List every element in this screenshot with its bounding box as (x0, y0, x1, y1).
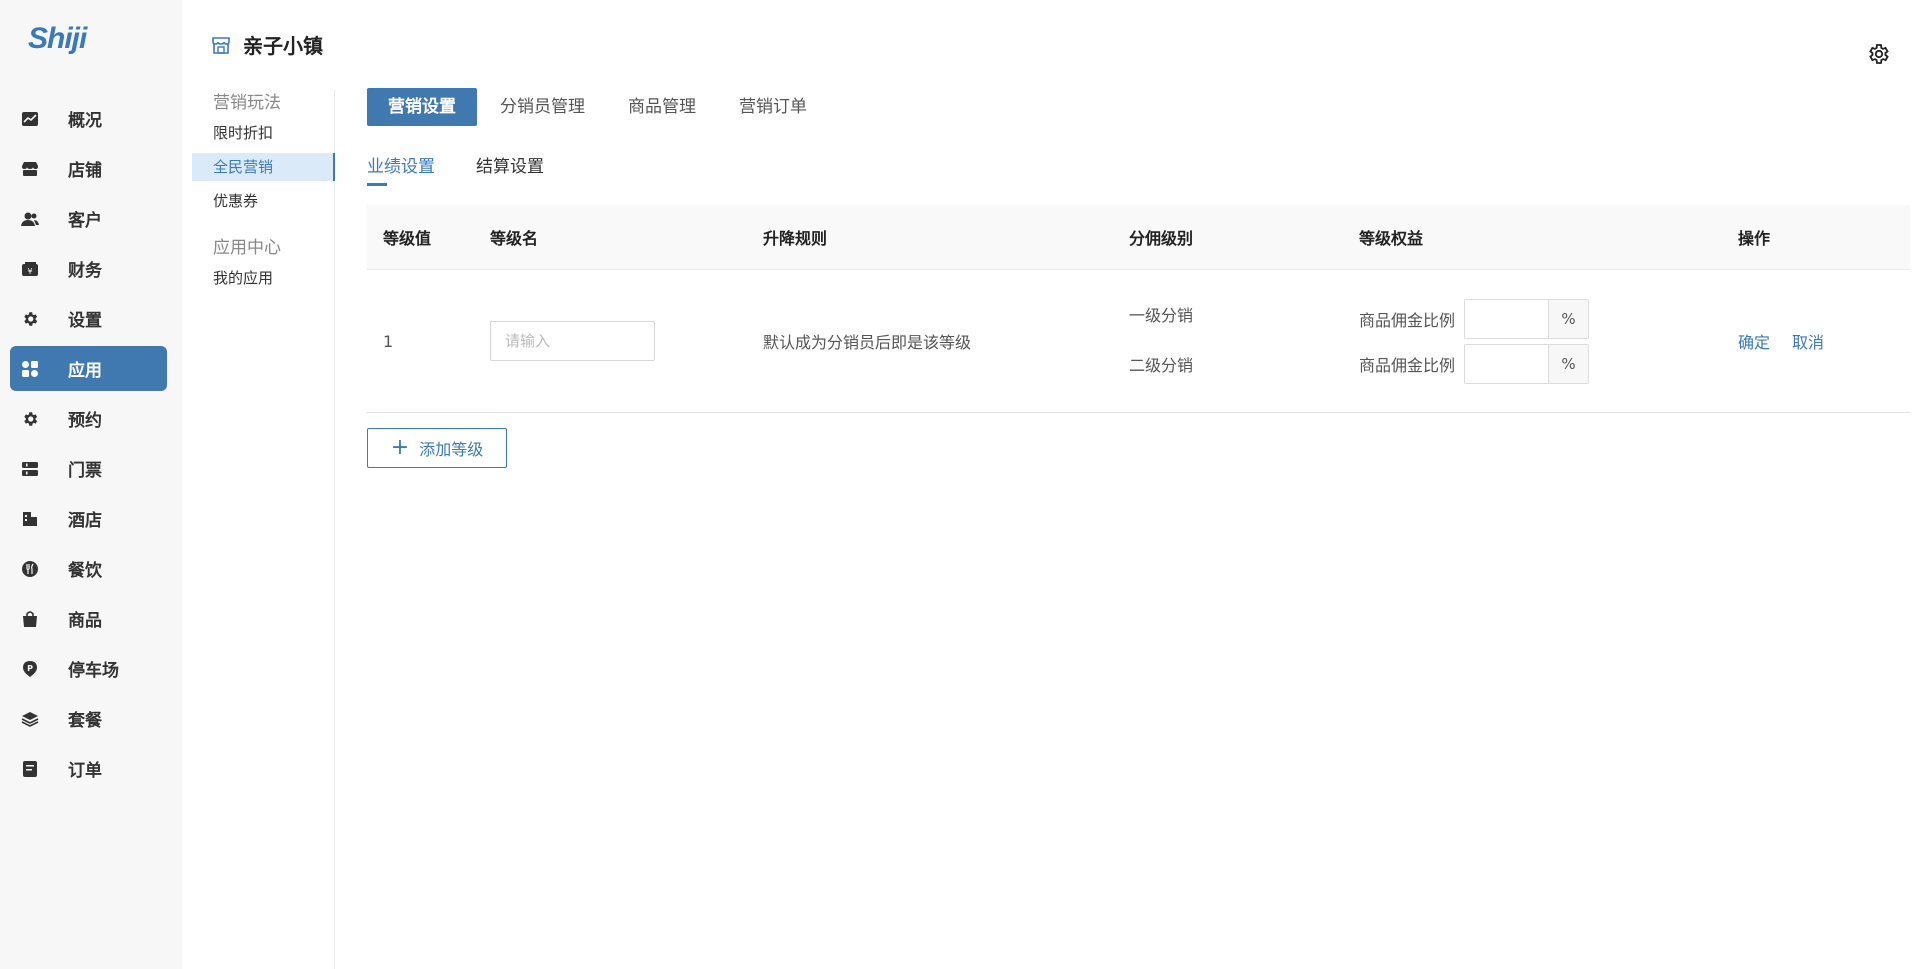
dining-icon (20, 559, 40, 579)
level-table: 等级值 等级名 升降规则 分佣级别 等级权益 操作 1 默认成为分销员后即是该等… (367, 205, 1910, 413)
percent-unit: % (1548, 299, 1589, 338)
sub-item-my-apps[interactable]: 我的应用 (192, 264, 334, 292)
nav-item-apps[interactable]: 应用 (10, 346, 167, 391)
subtab-settlement[interactable]: 结算设置 (476, 152, 544, 186)
percent-unit: % (1548, 344, 1589, 383)
row-actions: 确定 取消 (1738, 329, 1910, 353)
nav-item-products[interactable]: 商品 (10, 596, 167, 641)
benefit-second: 商品佣金比例 % (1359, 343, 1738, 384)
tab-product-management[interactable]: 商品管理 (628, 88, 696, 126)
sub-group-app-center: 应用中心 (213, 238, 281, 258)
nav-item-dining[interactable]: 餐饮 (10, 546, 167, 591)
main-nav: Shiji 概况 店铺 客户 ¥ 财务 设置 应用 预约 门票 酒店 餐饮 商品… (0, 0, 182, 969)
page-header: 亲子小镇 (211, 30, 323, 59)
tab-marketing-settings[interactable]: 营销设置 (367, 88, 477, 126)
level-first: 一级分销 (1129, 306, 1194, 325)
add-level-button[interactable]: + 添加等级 (367, 428, 507, 468)
level-rule: 默认成为分销员后即是该等级 (763, 333, 972, 352)
nav-item-hotel[interactable]: 酒店 (10, 496, 167, 541)
col-benefits: 等级权益 (1359, 229, 1424, 248)
settings-gear-icon[interactable] (1866, 42, 1890, 66)
col-actions: 操作 (1738, 229, 1771, 248)
sub-group-marketing: 营销玩法 (213, 93, 281, 113)
confirm-link[interactable]: 确定 (1738, 329, 1770, 353)
main-tabs: 营销设置 分销员管理 商品管理 营销订单 (367, 88, 850, 126)
cancel-link[interactable]: 取消 (1792, 329, 1824, 353)
page-title: 亲子小镇 (243, 34, 323, 58)
order-icon (20, 759, 40, 779)
layers-icon (20, 709, 40, 729)
gear-icon (20, 409, 40, 429)
nav-item-finance[interactable]: ¥ 财务 (10, 246, 167, 291)
sub-item-coupons[interactable]: 优惠券 (192, 187, 334, 215)
benefits: 商品佣金比例 % 商品佣金比例 % (1359, 294, 1738, 389)
commission-levels: 一级分销 二级分销 (1129, 291, 1359, 391)
chart-icon (20, 109, 40, 129)
nav-item-parking[interactable]: P 停车场 (10, 646, 167, 691)
wallet-icon: ¥ (20, 259, 40, 279)
users-icon (20, 209, 40, 229)
gear-icon (20, 309, 40, 329)
parking-icon: P (20, 659, 40, 679)
store-icon (20, 159, 40, 179)
svg-text:P: P (27, 664, 33, 673)
nav-list: 概况 店铺 客户 ¥ 财务 设置 应用 预约 门票 酒店 餐饮 商品 P 停车场… (10, 96, 167, 796)
col-rule: 升降规则 (763, 229, 828, 248)
hotel-icon (20, 509, 40, 529)
commission-rate-input-1[interactable] (1465, 299, 1549, 338)
plus-icon: + (390, 435, 410, 460)
col-commission-level: 分佣级别 (1129, 229, 1194, 248)
nav-item-booking[interactable]: 预约 (10, 396, 167, 441)
svg-text:¥: ¥ (27, 267, 32, 276)
bag-icon (20, 609, 40, 629)
level-name-input[interactable] (490, 321, 655, 361)
table-row: 1 默认成为分销员后即是该等级 一级分销 二级分销 商品佣金比例 % 商品佣金比… (367, 270, 1910, 413)
tab-distributor-management[interactable]: 分销员管理 (500, 88, 585, 126)
benefit-label: 商品佣金比例 (1359, 355, 1456, 375)
sub-nav: 营销玩法 限时折扣 全民营销 优惠券 应用中心 我的应用 (192, 90, 335, 969)
store-icon (211, 35, 231, 55)
nav-item-tickets[interactable]: 门票 (10, 446, 167, 491)
nav-item-customer[interactable]: 客户 (10, 196, 167, 241)
benefit-first: 商品佣金比例 % (1359, 298, 1738, 339)
nav-item-overview[interactable]: 概况 (10, 96, 167, 141)
col-level-value: 等级值 (383, 229, 432, 248)
nav-item-orders[interactable]: 订单 (10, 746, 167, 791)
subtab-performance[interactable]: 业绩设置 (367, 152, 435, 186)
level-second: 二级分销 (1129, 356, 1194, 375)
level-value: 1 (383, 331, 394, 351)
sub-item-distribution[interactable]: 全民营销 (192, 153, 335, 181)
logo[interactable]: Shiji (28, 22, 87, 56)
table-header: 等级值 等级名 升降规则 分佣级别 等级权益 操作 (367, 205, 1910, 270)
ticket-icon (20, 459, 40, 479)
apps-icon (20, 359, 40, 379)
nav-item-packages[interactable]: 套餐 (10, 696, 167, 741)
sub-tabs: 业绩设置 结算设置 (367, 152, 585, 186)
sub-item-flash-discount[interactable]: 限时折扣 (192, 119, 334, 147)
nav-item-store[interactable]: 店铺 (10, 146, 167, 191)
commission-rate-input-2[interactable] (1465, 344, 1549, 383)
col-level-name: 等级名 (490, 229, 539, 248)
tab-marketing-orders[interactable]: 营销订单 (739, 88, 807, 126)
benefit-label: 商品佣金比例 (1359, 310, 1456, 330)
nav-item-settings[interactable]: 设置 (10, 296, 167, 341)
